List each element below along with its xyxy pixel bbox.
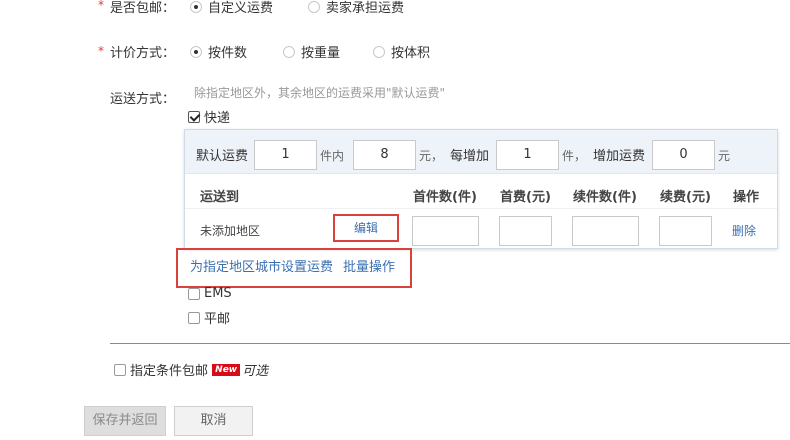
ems-label: EMS [204, 286, 232, 301]
option-label: 卖家承担运费 [326, 1, 405, 16]
table-divider [185, 208, 777, 209]
radio-icon [308, 0, 320, 13]
col-destination: 运送到 [200, 190, 240, 205]
radio-by-weight[interactable]: 按重量 [283, 42, 340, 61]
delete-link[interactable]: 删除 [732, 222, 756, 239]
conditional-free-checkbox[interactable]: 指定条件包邮 New 可选 [114, 360, 268, 379]
surface-mail-checkbox[interactable]: 平邮 [188, 308, 230, 327]
save-return-button[interactable]: 保存并返回 [84, 406, 166, 436]
checkbox-checked-icon [188, 110, 200, 123]
col-add-fee: 续费(元) [660, 190, 711, 205]
new-badge: New [212, 363, 241, 376]
edit-region-link[interactable]: 编辑 [333, 214, 399, 242]
currency-label: 元， [419, 149, 444, 163]
col-add-qty: 续件数(件) [573, 190, 637, 205]
required-star: * [98, 44, 104, 58]
radio-icon-selected [190, 45, 202, 58]
cancel-button[interactable]: 取消 [174, 406, 253, 436]
default-fee-label: 默认运费 [196, 149, 249, 164]
option-label: 按重量 [301, 46, 341, 61]
col-first-qty: 首件数(件) [413, 190, 477, 205]
first-qty-cell-input[interactable] [412, 216, 479, 246]
express-checkbox[interactable]: 快递 [188, 107, 230, 126]
option-label: 按体积 [391, 46, 431, 61]
unit-piece-label: 件， [562, 149, 587, 163]
express-fee-panel: 默认运费 1 件内 8 元， 每增加 1 件， 增加运费 0 元 运送到 首件数… [184, 129, 778, 249]
section-divider [110, 343, 790, 344]
free-shipping-label: 是否包邮： [110, 1, 176, 16]
add-fee-label: 增加运费 [593, 149, 646, 164]
radio-icon [373, 45, 385, 58]
radio-icon [283, 45, 295, 58]
add-qty-input[interactable]: 1 [496, 140, 559, 170]
radio-icon-selected [190, 0, 202, 13]
currency-label: 元 [718, 149, 731, 163]
express-label: 快递 [204, 111, 231, 126]
checkbox-icon [188, 287, 200, 300]
add-fee-input[interactable]: 0 [652, 140, 715, 170]
unit-within-label: 件内 [320, 149, 345, 163]
checkbox-icon [114, 363, 126, 376]
radio-custom-shipping[interactable]: 自定义运费 [190, 0, 273, 16]
surface-mail-label: 平邮 [204, 312, 231, 327]
option-label: 按件数 [208, 46, 248, 61]
set-region-fee-link[interactable]: 为指定地区城市设置运费 [190, 256, 333, 275]
add-fee-cell-input[interactable] [659, 216, 712, 246]
required-star: * [98, 0, 104, 12]
ems-checkbox[interactable]: EMS [188, 286, 232, 301]
each-add-label: 每增加 [450, 149, 490, 164]
first-fee-input[interactable]: 8 [353, 140, 416, 170]
conditional-free-label: 指定条件包邮 [130, 364, 209, 379]
radio-seller-shipping[interactable]: 卖家承担运费 [308, 0, 404, 16]
add-qty-cell-input[interactable] [572, 216, 639, 246]
radio-by-piece[interactable]: 按件数 [190, 42, 247, 61]
edit-link-text: 编辑 [353, 221, 378, 235]
first-fee-cell-input[interactable] [499, 216, 552, 246]
delivery-hint: 除指定地区外，其余地区的运费采用"默认运费" [194, 86, 446, 100]
checkbox-icon [188, 311, 200, 324]
pricing-label: 计价方式： [110, 46, 176, 61]
radio-by-volume[interactable]: 按体积 [373, 42, 430, 61]
col-actions: 操作 [733, 190, 760, 205]
optional-text: 可选 [242, 364, 269, 379]
delivery-label: 运送方式： [110, 92, 176, 107]
option-label: 自定义运费 [208, 1, 274, 16]
batch-operation-link[interactable]: 批量操作 [343, 256, 395, 275]
col-first-fee: 首费(元) [500, 190, 551, 205]
region-text: 未添加地区 [200, 224, 261, 238]
first-qty-input[interactable]: 1 [254, 140, 317, 170]
